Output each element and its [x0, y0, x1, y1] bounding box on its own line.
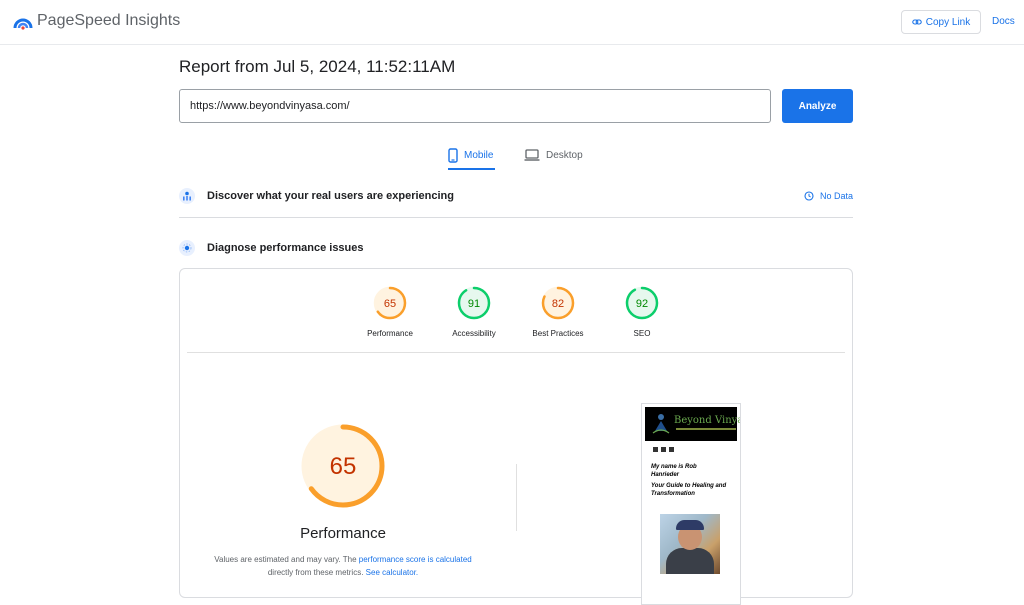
gauge-accessibility[interactable]: 91 Accessibility	[434, 285, 514, 338]
results-card: 65 Performance 91 Accessibility 82 Best Pract…	[179, 268, 853, 605]
performance-main-label: Performance	[300, 525, 386, 542]
pagespeed-logo-icon	[13, 18, 33, 30]
analyze-button[interactable]: Analyze	[782, 89, 853, 123]
preview-tagline	[676, 428, 736, 430]
note-prefix: Values are estimated and may vary. The	[214, 555, 359, 564]
tab-desktop-label: Desktop	[546, 149, 583, 161]
performance-main-score: 65	[330, 453, 357, 480]
users-icon	[179, 188, 195, 204]
gauge-best-practices[interactable]: 82 Best Practices	[518, 285, 598, 338]
preview-intro-line2: Hanrieder	[651, 472, 680, 478]
facebook-icon	[653, 447, 658, 452]
preview-site-name: Beyond Vinyasa	[674, 415, 740, 426]
gauge-score: 92	[636, 298, 648, 310]
gauge-score: 91	[468, 298, 480, 310]
performance-score-link[interactable]: performance score is calculated	[359, 555, 472, 564]
portrait-body	[666, 548, 714, 574]
vertical-divider	[516, 464, 517, 531]
no-data-indicator[interactable]: No Data	[804, 191, 853, 201]
gauge-label: Best Practices	[532, 329, 584, 338]
performance-main-gauge: 65	[301, 424, 385, 508]
card-divider	[187, 352, 845, 353]
url-input[interactable]	[179, 89, 771, 123]
gauge-ring: 92	[625, 286, 659, 320]
page-screenshot-preview: Beyond Vinyasa My name is Rob Hanrieder …	[641, 403, 741, 605]
preview-intro-line3: Your Guide to Healing and Transformation	[651, 483, 727, 497]
gauge-label: SEO	[633, 329, 651, 338]
note-middle: directly from these metrics.	[267, 568, 366, 577]
score-note: Values are estimated and may vary. The p…	[200, 553, 486, 579]
instagram-icon	[661, 447, 666, 452]
smartphone-icon	[448, 147, 458, 163]
clock-icon	[804, 191, 814, 201]
see-calculator-link[interactable]: See calculator.	[366, 568, 418, 577]
gauge-ring: 65	[373, 286, 407, 320]
portrait-cap	[676, 520, 704, 530]
preview-portrait-photo	[660, 514, 720, 574]
meditation-logo-icon	[652, 414, 670, 434]
brand-name[interactable]: PageSpeed Insights	[37, 12, 180, 30]
gauge-label: Accessibility	[452, 329, 496, 338]
copy-link-button[interactable]: Copy Link	[901, 10, 981, 34]
linkedin-icon	[669, 447, 674, 452]
tab-mobile-label: Mobile	[464, 149, 494, 161]
gauge-seo[interactable]: 92 SEO	[602, 285, 682, 338]
gauge-ring: 91	[457, 286, 491, 320]
link-icon	[912, 19, 922, 25]
tab-mobile[interactable]: Mobile	[448, 142, 496, 170]
docs-link[interactable]: Docs	[992, 16, 1015, 27]
gauge-performance[interactable]: 65 Performance	[350, 285, 430, 338]
gauge-score: 65	[384, 298, 396, 310]
page-title: Report from Jul 5, 2024, 11:52:11AM	[179, 57, 456, 76]
tab-desktop[interactable]: Desktop	[524, 142, 583, 168]
gauge-ring: 82	[541, 286, 575, 320]
laptop-icon	[524, 149, 540, 161]
top-bar: PageSpeed Insights Copy Link Docs	[0, 0, 1024, 45]
copy-link-label: Copy Link	[925, 16, 971, 28]
no-data-label: No Data	[819, 191, 853, 201]
preview-intro-line1: My name is Rob	[651, 464, 697, 470]
real-users-title: Discover what your real users are experi…	[207, 190, 455, 202]
real-users-section: Discover what your real users are experi…	[179, 187, 853, 205]
diagnose-title: Diagnose performance issues	[207, 242, 364, 254]
section-divider	[179, 217, 853, 218]
gauge-score: 82	[552, 298, 564, 310]
preview-site-header: Beyond Vinyasa	[645, 407, 740, 452]
diagnose-icon	[179, 240, 195, 256]
diagnose-section: Diagnose performance issues	[179, 239, 853, 257]
gauge-label: Performance	[367, 329, 413, 338]
